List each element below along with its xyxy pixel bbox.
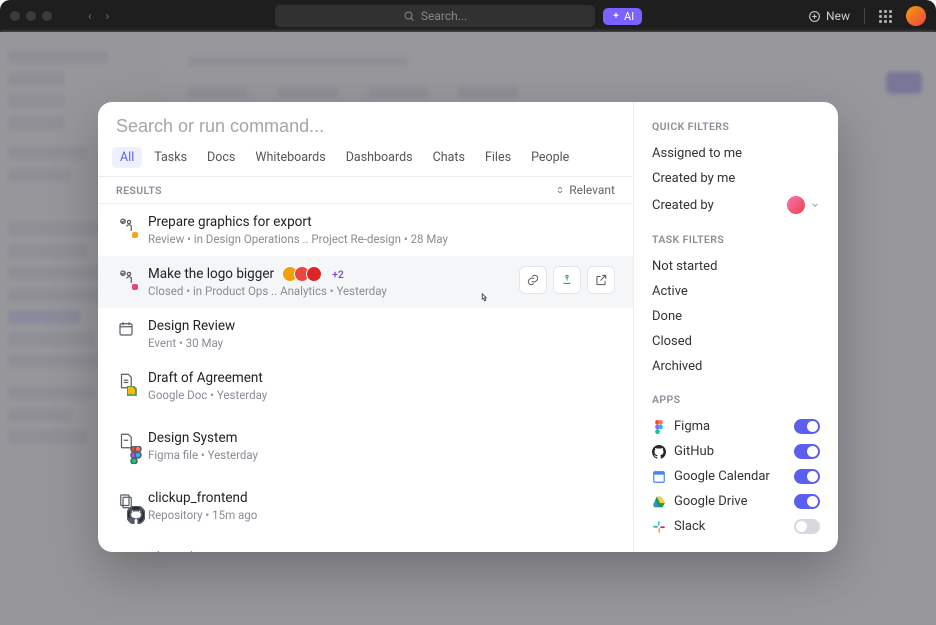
search-result[interactable]: Prepare graphics for export Review • in D…	[98, 204, 633, 256]
result-title: Prepare graphics for export	[148, 214, 312, 230]
new-button[interactable]: New	[808, 9, 850, 23]
result-type-icon	[116, 370, 136, 410]
ai-button[interactable]: AI	[603, 8, 642, 25]
apps-grid-icon[interactable]	[879, 10, 892, 23]
tab-dashboards[interactable]: Dashboards	[338, 147, 421, 168]
tab-whiteboards[interactable]: Whiteboards	[247, 147, 333, 168]
app-toggle[interactable]	[794, 519, 820, 534]
tab-chats[interactable]: Chats	[425, 147, 473, 168]
copy-link-button[interactable]	[519, 266, 547, 294]
quick-filter[interactable]: Assigned to me	[652, 141, 820, 166]
search-result[interactable]: CleanShot 2022-06-01 at 11.26.47@2x.pngI…	[98, 540, 633, 552]
app-toggle[interactable]	[794, 444, 820, 459]
search-icon	[403, 10, 415, 22]
results-header-label: RESULTS	[116, 184, 162, 197]
subtask-button[interactable]	[553, 266, 581, 294]
app-integration-row: GitHub	[652, 439, 820, 464]
nav-back-icon[interactable]: ‹	[88, 9, 92, 23]
tab-docs[interactable]: Docs	[199, 147, 243, 168]
app-name: Google Drive	[674, 494, 747, 509]
task-filter[interactable]: Active	[652, 279, 820, 304]
search-result[interactable]: Draft of Agreement Google Doc • Yesterday	[98, 360, 633, 420]
app-integration-row: Google Calendar	[652, 464, 820, 489]
figma-icon	[652, 420, 666, 434]
search-result[interactable]: Make the logo bigger+2Closed • in Produc…	[98, 256, 633, 308]
result-type-icon	[116, 550, 136, 552]
app-name: Slack	[674, 519, 705, 534]
command-search-input[interactable]	[116, 116, 615, 137]
result-type-icon	[116, 214, 136, 238]
github-icon	[652, 445, 666, 459]
sparkle-icon	[611, 11, 621, 21]
tab-all[interactable]: All	[112, 147, 142, 168]
result-type-icon	[116, 490, 136, 530]
task-filter[interactable]: Not started	[652, 254, 820, 279]
global-search[interactable]: Search...	[275, 5, 595, 27]
global-search-placeholder: Search...	[421, 9, 467, 23]
app-integration-row: Slack	[652, 514, 820, 539]
app-toggle[interactable]	[794, 469, 820, 484]
result-meta: Figma file • Yesterday	[148, 448, 615, 462]
quick-filter[interactable]: Created by me	[652, 166, 820, 191]
result-title: clickup_frontend	[148, 490, 248, 506]
app-name: GitHub	[674, 444, 714, 459]
quick-filters-label: QUICK FILTERS	[652, 120, 820, 133]
modal-overlay[interactable]: AllTasksDocsWhiteboardsDashboardsChatsFi…	[0, 32, 936, 625]
command-palette: AllTasksDocsWhiteboardsDashboardsChatsFi…	[98, 102, 838, 552]
task-filter[interactable]: Done	[652, 304, 820, 329]
result-title: Draft of Agreement	[148, 370, 263, 386]
plus-circle-icon	[808, 10, 821, 23]
apps-label: APPS	[652, 393, 820, 406]
result-type-icon	[116, 318, 136, 338]
search-result[interactable]: Design Review Event • 30 May	[98, 308, 633, 360]
chevron-down-icon	[810, 200, 820, 210]
sort-icon	[555, 185, 565, 195]
sort-selector[interactable]: Relevant	[555, 183, 615, 197]
result-title: Design Review	[148, 318, 235, 334]
app-integration-row: Google Drive	[652, 489, 820, 514]
app-toggle[interactable]	[794, 494, 820, 509]
window-titlebar: ‹ › Search... AI New	[0, 0, 936, 32]
open-external-button[interactable]	[587, 266, 615, 294]
app-integration-row: Figma	[652, 414, 820, 439]
tab-tasks[interactable]: Tasks	[146, 147, 195, 168]
task-filters-label: TASK FILTERS	[652, 233, 820, 246]
avatar	[787, 196, 805, 214]
search-result[interactable]: Design System Figma file • Yesterday	[98, 420, 633, 480]
result-meta: Repository • 15m ago	[148, 508, 615, 522]
result-type-icon	[116, 266, 136, 290]
result-meta: Google Doc • Yesterday	[148, 388, 615, 402]
result-type-icon	[116, 430, 136, 470]
tab-people[interactable]: People	[523, 147, 577, 168]
task-filter[interactable]: Closed	[652, 329, 820, 354]
result-meta: Closed • in Product Ops .. Analytics • Y…	[148, 284, 507, 298]
google-calendar-icon	[652, 470, 666, 484]
user-avatar[interactable]	[906, 6, 926, 26]
result-title: Design System	[148, 430, 237, 446]
result-meta: Review • in Design Operations .. Project…	[148, 232, 615, 246]
tab-files[interactable]: Files	[477, 147, 519, 168]
result-title: Make the logo bigger	[148, 266, 274, 282]
traffic-lights	[10, 11, 52, 21]
app-name: Figma	[674, 419, 710, 434]
app-toggle[interactable]	[794, 419, 820, 434]
search-result[interactable]: clickup_frontend Repository • 15m ago	[98, 480, 633, 540]
app-name: Google Calendar	[674, 469, 770, 484]
quick-filter[interactable]: Created by	[652, 191, 820, 219]
result-meta: Event • 30 May	[148, 336, 615, 350]
slack-icon	[652, 520, 666, 534]
result-title: CleanShot 2022-06-01 at 11.26.47@2x.png	[148, 550, 405, 552]
task-filter[interactable]: Archived	[652, 354, 820, 379]
google-drive-icon	[652, 495, 666, 509]
